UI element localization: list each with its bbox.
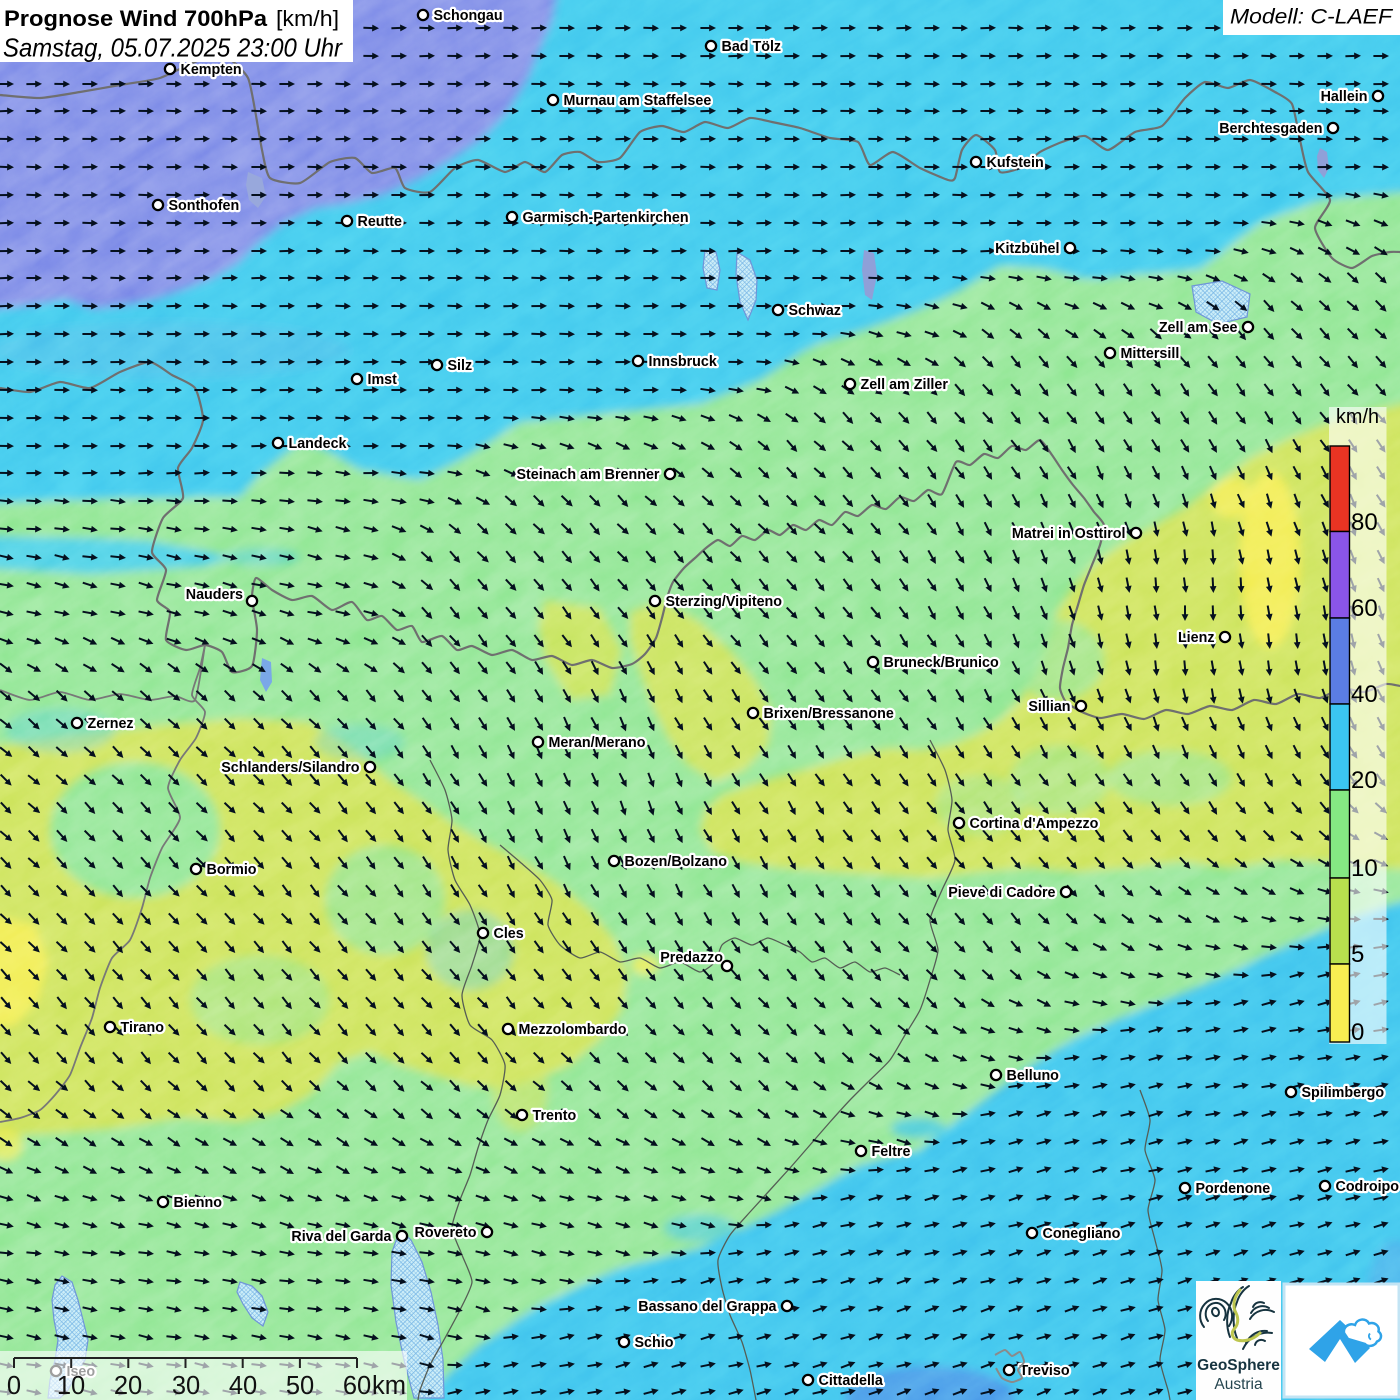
svg-text:Rovereto: Rovereto [415,1225,477,1241]
svg-text:GeoSphere: GeoSphere [1197,1357,1280,1374]
svg-text:Murnau am Staffelsee: Murnau am Staffelsee [564,93,712,109]
svg-text:Lienz: Lienz [1178,630,1215,646]
svg-text:Sterzing/Vipiteno: Sterzing/Vipiteno [666,594,783,610]
svg-text:40: 40 [1351,681,1378,708]
svg-text:Bienno: Bienno [174,1195,223,1211]
svg-text:Reutte: Reutte [358,214,403,230]
svg-text:Zell am See: Zell am See [1159,320,1238,336]
svg-text:Bassano del Grappa: Bassano del Grappa [638,1299,777,1315]
svg-text:Kufstein: Kufstein [987,155,1044,171]
svg-text:Cittadella: Cittadella [819,1373,884,1389]
svg-text:Matrei in Osttirol: Matrei in Osttirol [1012,526,1126,542]
svg-text:Berchtesgaden: Berchtesgaden [1219,121,1322,137]
svg-text:Mezzolombardo: Mezzolombardo [519,1022,627,1038]
svg-text:Sillian: Sillian [1028,699,1070,715]
svg-text:5: 5 [1351,941,1364,968]
svg-text:Landeck: Landeck [289,436,347,452]
svg-text:Innsbruck: Innsbruck [649,354,717,370]
svg-text:Brixen/Bressanone: Brixen/Bressanone [764,706,894,722]
svg-text:50: 50 [286,1372,314,1400]
svg-text:[km/h]: [km/h] [276,6,339,31]
svg-text:60: 60 [1351,595,1378,622]
svg-text:Schongau: Schongau [434,8,503,24]
svg-text:Nauders: Nauders [186,587,243,603]
svg-text:Pieve di Cadore: Pieve di Cadore [948,885,1055,901]
svg-text:10: 10 [1351,855,1378,882]
svg-text:Austria: Austria [1214,1376,1263,1393]
svg-text:Schio: Schio [635,1335,674,1351]
svg-text:km: km [372,1372,406,1400]
svg-text:Silz: Silz [448,358,473,374]
svg-text:Kitzbühel: Kitzbühel [995,241,1059,257]
svg-text:Steinach am Brenner: Steinach am Brenner [516,467,659,483]
svg-text:Pordenone: Pordenone [1196,1181,1271,1197]
svg-text:20: 20 [114,1372,142,1400]
svg-text:0: 0 [7,1372,21,1400]
svg-text:Bad Tölz: Bad Tölz [722,39,782,55]
svg-text:Conegliano: Conegliano [1043,1226,1121,1242]
svg-text:Imst: Imst [368,372,398,388]
svg-text:Hallein: Hallein [1321,89,1368,105]
svg-text:Prognose Wind 700hPa: Prognose Wind 700hPa [4,6,268,31]
svg-text:Bormio: Bormio [207,862,257,878]
svg-text:Treviso: Treviso [1020,1363,1070,1379]
svg-text:Cortina d'Ampezzo: Cortina d'Ampezzo [970,816,1099,832]
svg-text:Tirano: Tirano [121,1020,165,1036]
svg-text:20: 20 [1351,767,1378,794]
svg-text:60: 60 [343,1372,371,1400]
svg-text:Bozen/Bolzano: Bozen/Bolzano [625,854,728,870]
svg-text:40: 40 [229,1372,257,1400]
svg-text:Zell am Ziller: Zell am Ziller [861,377,949,393]
svg-text:Codroipo: Codroipo [1336,1179,1400,1195]
svg-text:km/h: km/h [1336,406,1379,428]
svg-text:0: 0 [1351,1019,1364,1046]
svg-text:Predazzo: Predazzo [660,950,723,966]
svg-text:Samstag, 05.07.2025 23:00 Uhr: Samstag, 05.07.2025 23:00 Uhr [3,33,343,63]
svg-text:Feltre: Feltre [872,1144,911,1160]
svg-text:Cles: Cles [494,926,524,942]
svg-text:Garmisch-Partenkirchen: Garmisch-Partenkirchen [523,210,689,226]
svg-text:Zernez: Zernez [88,716,134,732]
svg-text:Spilimbergo: Spilimbergo [1302,1085,1385,1101]
svg-text:30: 30 [172,1372,200,1400]
svg-text:Schlanders/Silandro: Schlanders/Silandro [221,760,360,776]
svg-text:Schwaz: Schwaz [789,303,841,319]
svg-text:Meran/Merano: Meran/Merano [549,735,646,751]
svg-text:10: 10 [57,1372,85,1400]
svg-text:80: 80 [1351,509,1378,536]
svg-text:Bruneck/Brunico: Bruneck/Brunico [884,655,999,671]
svg-text:Sonthofen: Sonthofen [169,198,240,214]
svg-text:Trento: Trento [533,1108,577,1124]
svg-text:Riva del Garda: Riva del Garda [291,1229,392,1245]
svg-text:Kempten: Kempten [181,62,242,78]
svg-text:Belluno: Belluno [1007,1068,1060,1084]
svg-text:Mittersill: Mittersill [1121,346,1180,362]
svg-text:Modell: C-LAEF: Modell: C-LAEF [1230,6,1393,29]
